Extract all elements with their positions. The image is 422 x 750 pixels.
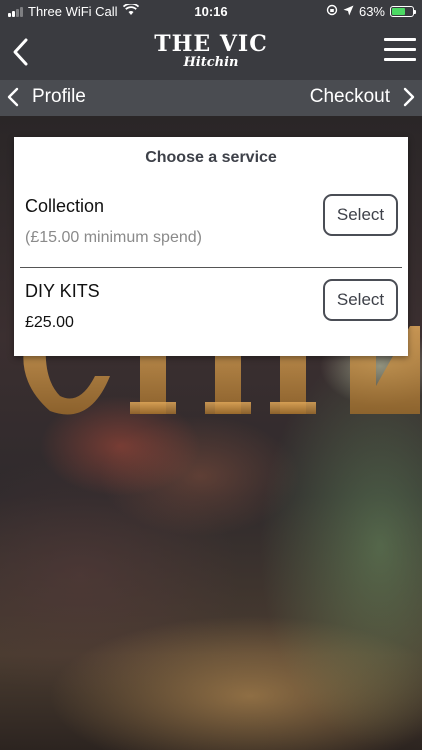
service-chooser-dialog: Choose a service Collection (£15.00 mini… xyxy=(14,137,408,356)
menu-button[interactable] xyxy=(384,38,416,64)
service-detail: (£15.00 minimum spend) xyxy=(25,229,202,246)
service-row-collection: Collection (£15.00 minimum spend) Select xyxy=(14,137,408,267)
status-right: 63% xyxy=(326,4,416,19)
logo-sub-text: Hitchin xyxy=(183,55,239,70)
chevron-right-icon xyxy=(403,87,415,107)
status-bar: Three WiFi Call 10:16 63% xyxy=(0,0,422,24)
select-diy-kits-button[interactable]: Select xyxy=(323,279,398,321)
battery-fill xyxy=(392,8,405,15)
app-header: Three WiFi Call 10:16 63% THE VIC Hitchi… xyxy=(0,0,422,80)
step-nav: Profile Checkout xyxy=(0,80,422,116)
hamburger-menu-icon xyxy=(384,38,416,61)
select-collection-button[interactable]: Select xyxy=(323,194,398,236)
battery-percent: 63% xyxy=(358,4,385,19)
logo-main-text: THE VIC xyxy=(154,31,268,57)
profile-nav-label: Profile xyxy=(32,86,86,107)
location-arrow-icon xyxy=(343,4,354,19)
service-detail: £25.00 xyxy=(25,314,74,331)
service-row-diy-kits: DIY KITS £25.00 Select xyxy=(14,268,408,356)
service-name: DIY KITS xyxy=(25,281,100,301)
brand-logo: THE VIC Hitchin xyxy=(0,32,422,70)
checkout-nav-label: Checkout xyxy=(309,86,390,107)
battery-icon xyxy=(390,6,416,17)
checkout-nav-button[interactable]: Checkout xyxy=(310,86,416,108)
nav-bar: THE VIC Hitchin xyxy=(0,24,422,80)
profile-nav-button[interactable]: Profile xyxy=(6,86,86,108)
chevron-left-icon xyxy=(7,87,19,107)
orientation-lock-icon xyxy=(326,4,338,19)
service-name: Collection xyxy=(25,196,105,216)
